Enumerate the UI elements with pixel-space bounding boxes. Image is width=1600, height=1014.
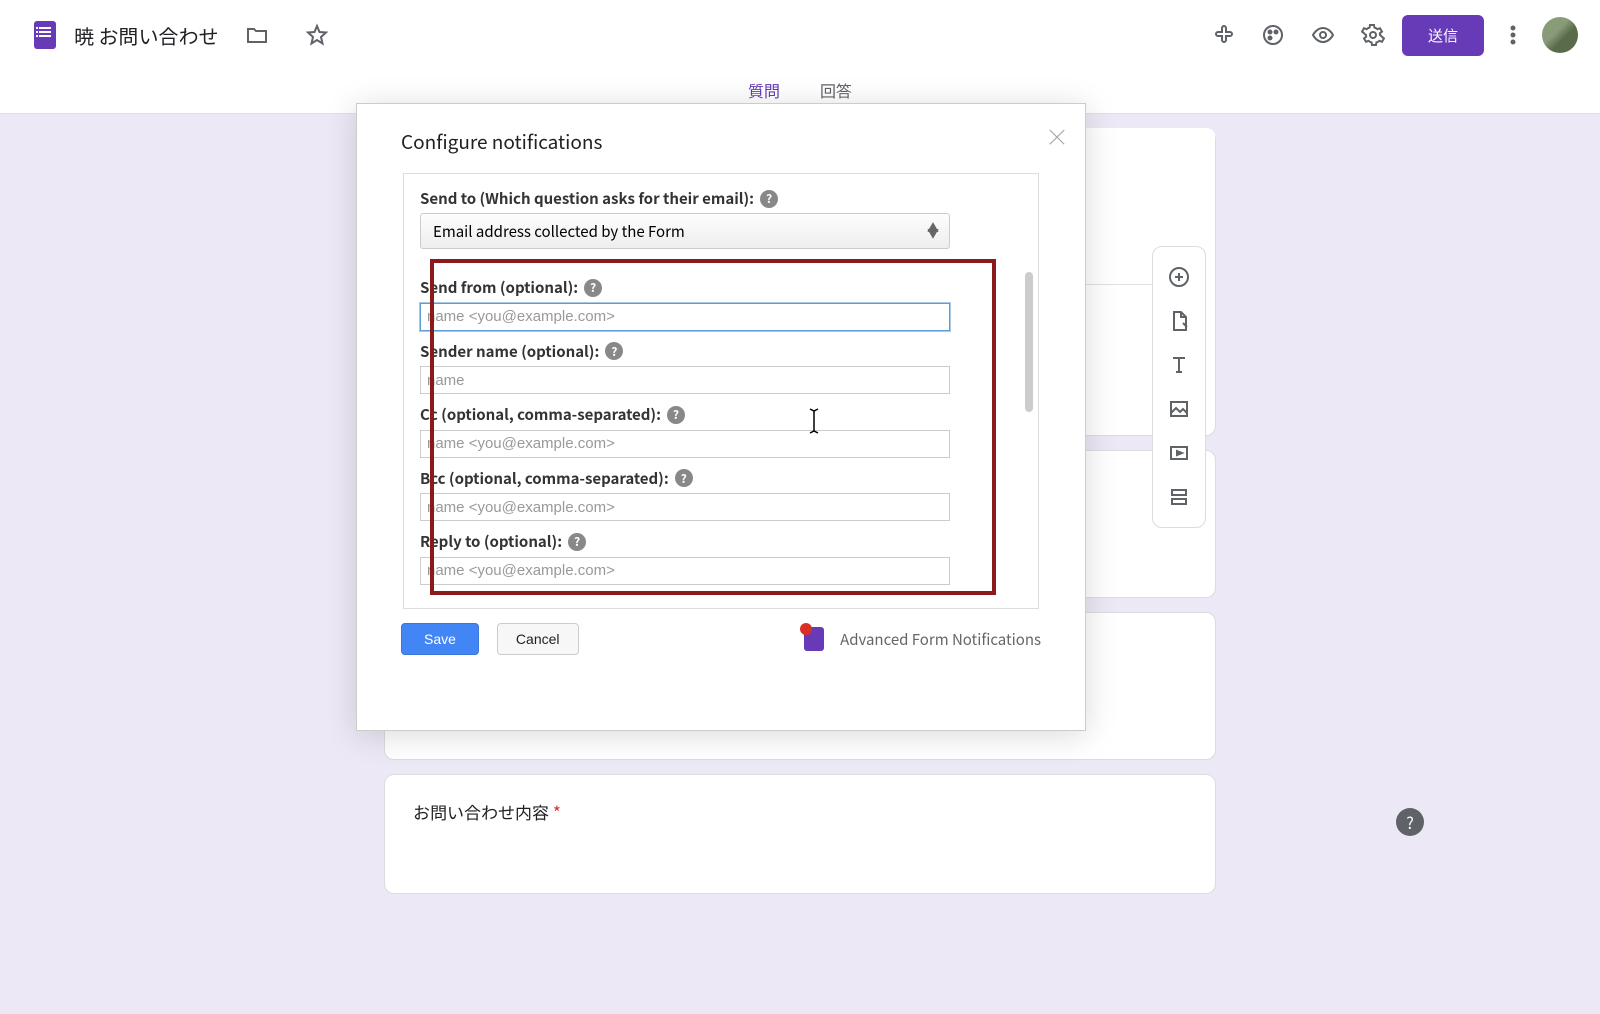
send-button[interactable]: 送信	[1402, 15, 1484, 56]
chevron-updown-icon: ▲▼	[927, 225, 937, 237]
help-icon[interactable]: ?	[584, 279, 602, 297]
form-toolbox	[1152, 246, 1206, 528]
forms-logo-icon	[34, 21, 56, 49]
palette-icon[interactable]	[1252, 14, 1294, 56]
send-from-label: Send from (optional):	[420, 277, 578, 298]
app-header: 暁 お問い合わせ 送信	[0, 0, 1600, 70]
advanced-label: Advanced Form Notifications	[840, 629, 1041, 650]
help-icon[interactable]: ?	[667, 406, 685, 424]
help-icon[interactable]: ?	[675, 469, 693, 487]
send-to-label: Send to (Which question asks for their e…	[420, 188, 754, 209]
q3-title: お問い合わせ内容	[413, 799, 549, 824]
configure-notifications-dialog: × Configure notifications Send to (Which…	[356, 103, 1086, 731]
cancel-button[interactable]: Cancel	[497, 623, 579, 655]
help-icon[interactable]: ?	[760, 190, 778, 208]
forms-addon-icon	[804, 627, 824, 651]
sender-name-label: Sender name (optional):	[420, 341, 599, 362]
reply-to-input[interactable]	[420, 557, 950, 585]
avatar[interactable]	[1542, 17, 1578, 53]
preview-icon[interactable]	[1302, 14, 1344, 56]
bcc-input[interactable]	[420, 493, 950, 521]
reply-to-label: Reply to (optional):	[420, 531, 562, 552]
doc-title[interactable]: 暁 お問い合わせ	[74, 21, 218, 50]
question-card-3[interactable]: お問い合わせ内容 *	[384, 774, 1216, 894]
sender-name-input[interactable]	[420, 366, 950, 394]
import-question-icon[interactable]	[1157, 299, 1201, 343]
help-icon[interactable]: ?	[568, 533, 586, 551]
scrollbar[interactable]	[1025, 272, 1033, 412]
bcc-label: Bcc (optional, comma-separated):	[420, 468, 669, 489]
add-title-icon[interactable]	[1157, 343, 1201, 387]
add-section-icon[interactable]	[1157, 475, 1201, 519]
addons-icon[interactable]	[1202, 14, 1244, 56]
close-icon[interactable]: ×	[1045, 118, 1069, 153]
dialog-title: Configure notifications	[357, 104, 1085, 173]
settings-icon[interactable]	[1352, 14, 1394, 56]
add-image-icon[interactable]	[1157, 387, 1201, 431]
send-to-select[interactable]: Email address collected by the Form ▲▼	[420, 213, 950, 249]
more-icon[interactable]	[1492, 14, 1534, 56]
cc-label: Cc (optional, comma-separated):	[420, 404, 661, 425]
dialog-footer: Save Cancel Advanced Form Notifications	[357, 609, 1085, 669]
save-button[interactable]: Save	[401, 623, 479, 655]
send-to-value: Email address collected by the Form	[433, 221, 685, 242]
help-icon[interactable]: ?	[605, 342, 623, 360]
help-fab-icon[interactable]: ?	[1396, 808, 1424, 836]
advanced-link[interactable]: Advanced Form Notifications	[804, 627, 1041, 651]
required-mark: *	[553, 799, 561, 824]
dialog-body: Send to (Which question asks for their e…	[403, 173, 1039, 609]
add-video-icon[interactable]	[1157, 431, 1201, 475]
folder-icon[interactable]	[236, 14, 278, 56]
star-icon[interactable]	[296, 14, 338, 56]
add-question-icon[interactable]	[1157, 255, 1201, 299]
cc-input[interactable]	[420, 430, 950, 458]
send-from-input[interactable]	[420, 303, 950, 331]
